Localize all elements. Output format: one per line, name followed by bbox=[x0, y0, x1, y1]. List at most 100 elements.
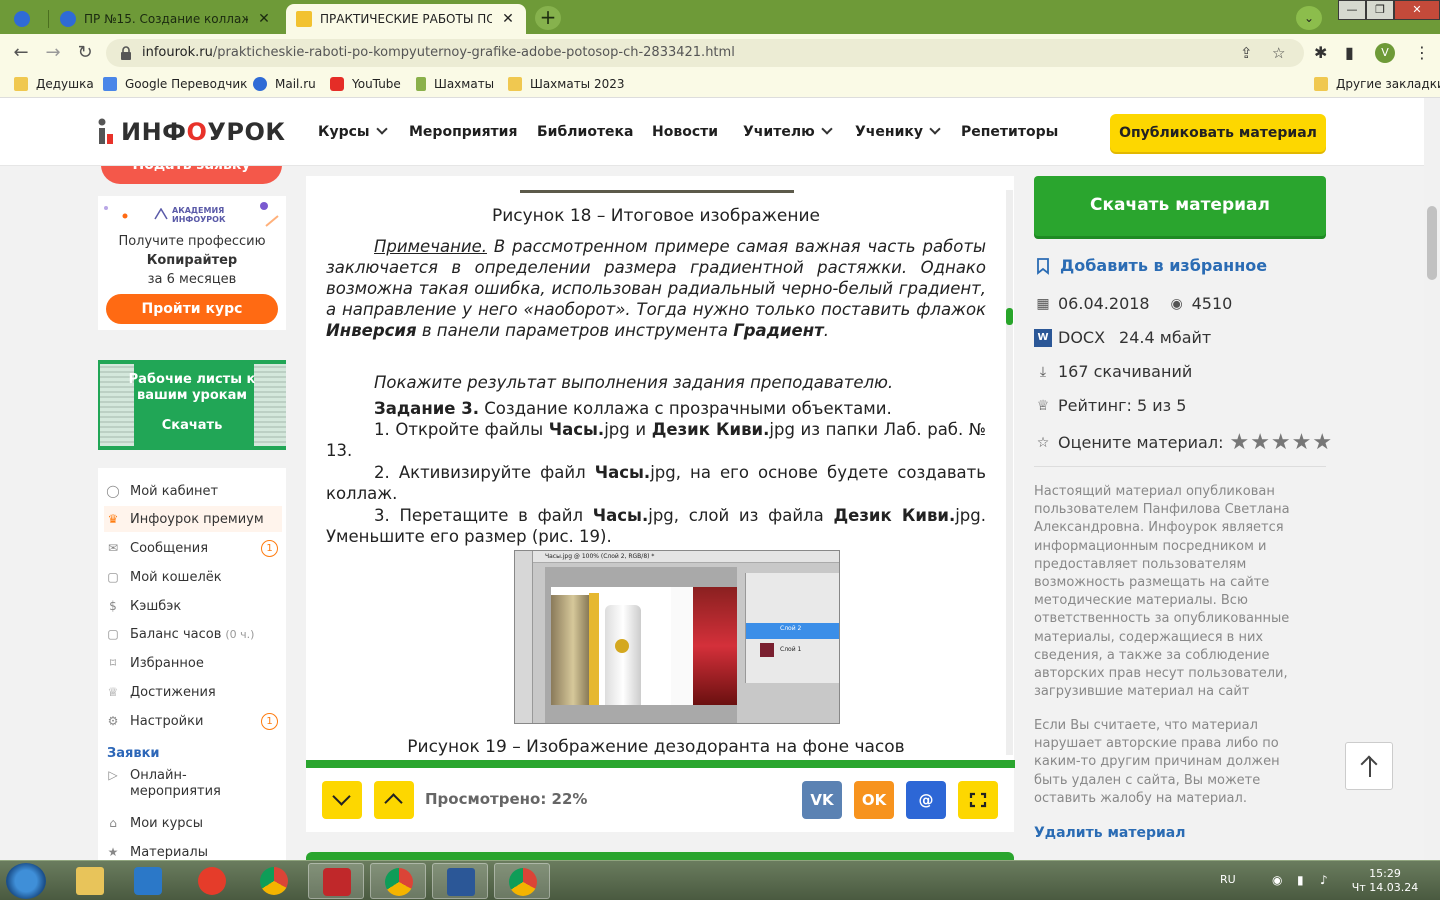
new-tab-button[interactable]: + bbox=[535, 6, 561, 30]
add-to-favorites-link[interactable]: Добавить в избранное bbox=[1034, 256, 1267, 275]
taskbar-yandex[interactable] bbox=[184, 863, 240, 899]
rating-star-1-icon[interactable]: ★ bbox=[1229, 430, 1249, 455]
menu-kebab-icon[interactable]: ⋮ bbox=[1414, 43, 1430, 62]
youtube-icon bbox=[330, 77, 344, 91]
viewer-controls: Просмотрено: 22% VK OK @ bbox=[306, 760, 1015, 832]
rating-star-5-icon[interactable]: ★ bbox=[1312, 430, 1332, 455]
google-translate-icon bbox=[103, 77, 117, 91]
browser-tab-active[interactable]: ПРАКТИЧЕСКИЕ РАБОТЫ ПО КО ✕ bbox=[286, 4, 526, 34]
share-icon[interactable]: ⇪ bbox=[1240, 44, 1253, 62]
viewer-scrollbar-thumb[interactable] bbox=[1006, 308, 1013, 325]
chrome-icon bbox=[260, 867, 288, 895]
menu-item-hours[interactable]: ▢ Баланс часов (0 ч.) bbox=[104, 621, 282, 647]
chrome-icon bbox=[509, 868, 537, 896]
publish-material-button[interactable]: Опубликовать материал bbox=[1110, 114, 1326, 152]
share-mail-button[interactable]: @ bbox=[906, 781, 946, 819]
close-icon[interactable]: ✕ bbox=[256, 11, 272, 27]
window-close-button[interactable]: ✕ bbox=[1394, 0, 1440, 20]
menu-item-premium[interactable]: ♛ Инфоурок премиум bbox=[104, 506, 282, 532]
system-clock[interactable]: 15:29 Чт 14.03.24 bbox=[1350, 867, 1420, 895]
close-icon[interactable]: ✕ bbox=[500, 11, 516, 27]
menu-item-favorites[interactable]: ⌑ Избранное bbox=[104, 650, 282, 676]
taskbar-chrome-window[interactable] bbox=[370, 863, 426, 899]
taskbar-word[interactable] bbox=[432, 863, 488, 899]
prev-page-button[interactable] bbox=[374, 781, 414, 819]
page-scrollbar[interactable] bbox=[1424, 98, 1440, 860]
taskbar-chrome-profile[interactable] bbox=[494, 863, 550, 899]
media-player-icon bbox=[134, 867, 162, 895]
rating-star-2-icon[interactable]: ★ bbox=[1250, 430, 1270, 455]
taskbar-app-p[interactable] bbox=[308, 863, 364, 899]
nav-events[interactable]: Мероприятия bbox=[409, 124, 517, 140]
bookmark-item[interactable]: YouTube bbox=[330, 77, 401, 91]
next-page-button[interactable] bbox=[322, 781, 362, 819]
bookmark-item[interactable]: Шахматы bbox=[416, 77, 494, 91]
rating-star-3-icon[interactable]: ★ bbox=[1271, 430, 1291, 455]
taskbar-media-player[interactable] bbox=[120, 863, 176, 899]
share-vk-button[interactable]: VK bbox=[802, 781, 842, 819]
menu-item-wallet[interactable]: ▢ Мой кошелёк bbox=[104, 564, 282, 590]
page-scrollbar-thumb[interactable] bbox=[1427, 206, 1437, 280]
menu-item-online-events[interactable]: ▷ Онлайн-мероприятия bbox=[104, 768, 282, 804]
browser-tab-bar: ПР №15. Создание коллажа с п ✕ ПРАКТИЧЕС… bbox=[0, 0, 1440, 34]
extensions-icon[interactable]: ✱ bbox=[1314, 43, 1327, 62]
nav-student[interactable]: Ученику bbox=[855, 123, 941, 140]
menu-item-messages[interactable]: ✉ Сообщения 1 bbox=[104, 535, 282, 561]
document-viewer[interactable]: Рисунок 18 – Итоговое изображение Примеч… bbox=[306, 176, 1014, 760]
menu-item-achievements[interactable]: ♕ Достижения bbox=[104, 679, 282, 705]
menu-item-my-courses[interactable]: ⌂ Мои курсы bbox=[104, 810, 282, 836]
taskbar-explorer[interactable] bbox=[62, 863, 118, 899]
menu-item-cashback[interactable]: $ Кэшбэк bbox=[104, 593, 282, 619]
meta-downloads: ⤓ 167 скачиваний bbox=[1034, 362, 1192, 381]
nav-news[interactable]: Новости bbox=[652, 124, 718, 140]
share-ok-button[interactable]: OK bbox=[854, 781, 894, 819]
back-button[interactable]: ← bbox=[10, 42, 32, 64]
menu-item-materials[interactable]: ★ Материалы bbox=[104, 839, 282, 860]
worksheets-banner[interactable]: Рабочие листы к вашим урокам Скачать bbox=[98, 360, 286, 450]
side-panel-icon[interactable]: ▮ bbox=[1345, 43, 1354, 62]
nav-courses[interactable]: Курсы bbox=[318, 123, 388, 140]
apply-button[interactable]: Подать заявку bbox=[101, 166, 282, 184]
delete-material-link[interactable]: Удалить материал bbox=[1034, 825, 1185, 841]
browser-tab-pinned[interactable] bbox=[4, 4, 46, 34]
fullscreen-button[interactable] bbox=[958, 781, 998, 819]
tray-app-icon[interactable]: ◉ bbox=[1272, 873, 1282, 887]
volume-icon[interactable]: ♪ bbox=[1320, 873, 1328, 887]
folder-icon bbox=[76, 867, 104, 895]
publisher-disclaimer: Настоящий материал опубликован пользоват… bbox=[1034, 484, 1290, 700]
tab-search-button[interactable]: ⌄ bbox=[1296, 6, 1322, 30]
take-course-button[interactable]: Пройти курс bbox=[106, 294, 278, 324]
bookmark-item[interactable]: Шахматы 2023 bbox=[508, 77, 625, 91]
windows-start-button[interactable] bbox=[6, 863, 46, 899]
maximize-button[interactable]: ❐ bbox=[1366, 0, 1394, 20]
viewer-scrollbar[interactable] bbox=[1006, 190, 1013, 755]
keyboard-language[interactable]: RU bbox=[1220, 873, 1236, 886]
browser-tab-1[interactable]: ПР №15. Создание коллажа с п ✕ bbox=[50, 4, 282, 34]
rating-star-4-icon[interactable]: ★ bbox=[1292, 430, 1312, 455]
forward-button[interactable]: → bbox=[42, 42, 64, 64]
worksheets-download[interactable]: Скачать bbox=[128, 418, 256, 433]
download-material-button[interactable]: Скачать материал bbox=[1034, 176, 1326, 236]
minimize-button[interactable]: — bbox=[1338, 0, 1366, 20]
menu-item-settings[interactable]: ⚙ Настройки 1 bbox=[104, 708, 282, 734]
infourok-logo[interactable]: ИНФОУРОК bbox=[97, 118, 286, 146]
bookmark-item[interactable]: Google Переводчик bbox=[103, 77, 247, 91]
nav-tutors[interactable]: Репетиторы bbox=[961, 124, 1058, 140]
reload-button[interactable]: ↻ bbox=[74, 42, 96, 64]
note-paragraph: Примечание. В рассмотренном примере сама… bbox=[326, 237, 986, 340]
menu-item-cabinet[interactable]: ◯ Мой кабинет bbox=[104, 478, 282, 504]
nav-teacher[interactable]: Учителю bbox=[743, 123, 833, 140]
taskbar-chrome[interactable] bbox=[246, 863, 302, 899]
network-icon[interactable]: ▮ bbox=[1297, 873, 1304, 887]
address-bar[interactable]: infourok.ru/prakticheskie-raboti-po-komp… bbox=[106, 39, 1304, 67]
bookmark-item[interactable]: Mail.ru bbox=[253, 77, 316, 91]
bookmark-item[interactable]: Дедушка bbox=[14, 77, 94, 91]
clock-icon: ▢ bbox=[107, 627, 119, 641]
ps-toolbox bbox=[515, 551, 533, 723]
scroll-to-top-button[interactable] bbox=[1345, 742, 1393, 790]
nav-library[interactable]: Библиотека bbox=[537, 124, 634, 140]
wallet-icon: ▢ bbox=[107, 570, 119, 584]
profile-avatar[interactable]: V bbox=[1375, 43, 1395, 63]
bookmark-star-icon[interactable]: ☆ bbox=[1272, 44, 1285, 62]
other-bookmarks[interactable]: Другие закладки bbox=[1314, 77, 1440, 91]
